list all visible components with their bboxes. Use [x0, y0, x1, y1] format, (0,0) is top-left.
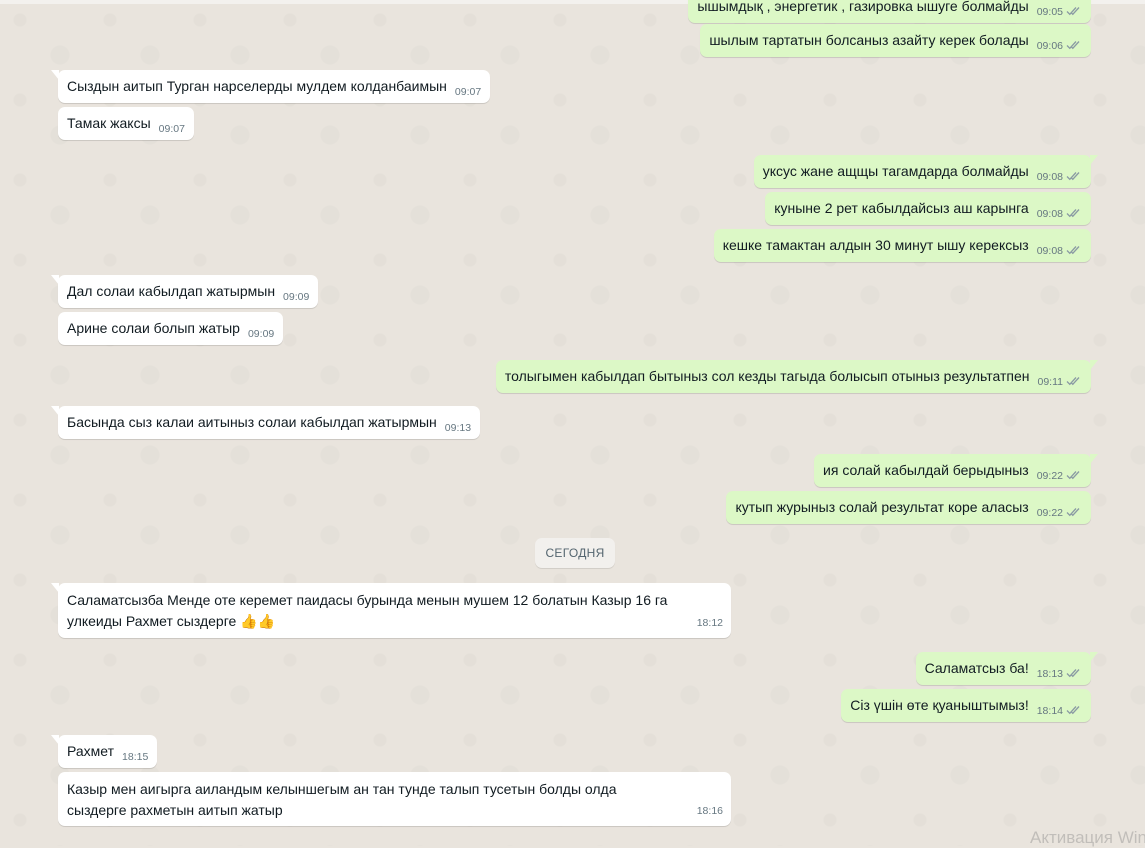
message-time: 09:07: [454, 86, 482, 98]
message-text: толыгымен кабылдап бытыныз сол кезды таг…: [504, 368, 1030, 384]
message-text: Дал солаи кабылдап жатырмын: [67, 283, 276, 299]
message-text: Саламатсыз ба!: [924, 660, 1029, 676]
message-time: 09:08: [1037, 205, 1082, 225]
date-separator: СЕГОДНЯ: [535, 538, 615, 568]
double-check-icon: [1066, 243, 1082, 262]
double-check-icon: [1066, 374, 1082, 393]
message-outgoing[interactable]: Сіз үшін өте қуаныштымыз! 18:14: [841, 689, 1091, 722]
message-time: 09:09: [247, 328, 275, 340]
message-incoming[interactable]: Казыр мен аигырга аиландым келыншегым ан…: [58, 772, 731, 826]
message-outgoing[interactable]: толыгымен кабылдап бытыныз сол кезды таг…: [495, 360, 1099, 393]
message-time: 18:15: [122, 751, 149, 763]
message-text: Басында сыз калаи аитыныз солаи кабылдап…: [67, 414, 437, 430]
message-incoming[interactable]: Басында сыз калаи аитыныз солаи кабылдап…: [50, 406, 481, 439]
message-time: 09:08: [1037, 242, 1082, 262]
thumbs-up-emoji: 👍👍: [240, 614, 276, 630]
message-time: 09:11: [1038, 373, 1083, 393]
message-text: Тамак жаксы: [67, 115, 151, 131]
message-outgoing[interactable]: кутып журыныз солай результат коре аласы…: [726, 491, 1091, 524]
message-time: 18:12: [696, 617, 723, 629]
message-incoming[interactable]: Дал солаи кабылдап жатырмын 09:09: [50, 275, 319, 308]
message-incoming[interactable]: Тамак жаксы 09:07: [58, 107, 194, 140]
double-check-icon: [1066, 703, 1082, 722]
message-outgoing[interactable]: куныне 2 рет кабылдайсыз аш карынга 09:08: [765, 192, 1091, 225]
message-outgoing[interactable]: кешке тамактан алдын 30 минут ышу керекс…: [713, 229, 1091, 262]
message-text: шылым тартатын болсаныз азайту керек бол…: [709, 32, 1029, 48]
message-time: 18:14: [1037, 702, 1082, 722]
message-outgoing[interactable]: ышымдық , энергетик , газировка ышуге бо…: [688, 0, 1091, 23]
double-check-icon: [1066, 206, 1082, 225]
double-check-icon: [1066, 38, 1082, 57]
message-text: Рахмет: [67, 743, 115, 759]
message-time: 09:09: [283, 291, 310, 303]
message-text: Арине солаи болып жатыр: [67, 320, 240, 336]
message-text: Казыр мен аигырга аиландым келыншегым ан…: [67, 781, 617, 818]
message-text: уксус жане ащщы тагамдарда болмайды: [762, 163, 1029, 179]
double-check-icon: [1066, 468, 1082, 487]
message-time: 09:07: [158, 123, 185, 135]
message-incoming[interactable]: Рахмет 18:15: [50, 735, 158, 768]
message-time: 09:13: [444, 422, 472, 434]
message-outgoing[interactable]: Саламатсыз ба! 18:13: [915, 652, 1099, 685]
message-text: ия солай кабылдай берыдыныз: [823, 462, 1029, 478]
windows-activation-watermark: Активация Win: [1030, 828, 1145, 847]
message-text: Сыздын аитып Турган нарселерды мулдем ко…: [67, 78, 447, 94]
message-text: куныне 2 рет кабылдайсыз аш карынга: [774, 200, 1029, 216]
message-text: кутып журыныз солай результат коре аласы…: [735, 499, 1029, 515]
message-time: 09:08: [1037, 168, 1082, 188]
message-outgoing[interactable]: уксус жане ащщы тагамдарда болмайды 09:08: [753, 155, 1099, 188]
message-time: 09:05: [1037, 3, 1082, 23]
message-time: 09:06: [1037, 37, 1082, 57]
message-incoming[interactable]: Сыздын аитып Турган нарселерды мулдем ко…: [50, 70, 491, 103]
double-check-icon: [1066, 4, 1082, 23]
message-incoming[interactable]: Арине солаи болып жатыр 09:09: [58, 312, 284, 345]
message-time: 09:22: [1037, 467, 1082, 487]
double-check-icon: [1066, 666, 1082, 685]
message-outgoing[interactable]: ия солай кабылдай берыдыныз 09:22: [814, 454, 1098, 487]
message-text: Сіз үшін өте қуаныштымыз!: [850, 697, 1029, 713]
message-time: 18:16: [696, 805, 723, 817]
message-incoming[interactable]: Саламатсызба Менде оте керемет паидасы б…: [51, 583, 731, 638]
message-time: 18:13: [1037, 665, 1082, 685]
double-check-icon: [1066, 505, 1082, 524]
message-text: Саламатсызба Менде оте керемет паидасы б…: [67, 592, 668, 629]
message-time: 09:22: [1037, 504, 1082, 524]
message-text: ышымдық , энергетик , газировка ышуге бо…: [697, 0, 1029, 14]
message-outgoing[interactable]: шылым тартатын болсаныз азайту керек бол…: [700, 24, 1091, 57]
message-text: кешке тамактан алдын 30 минут ышу керекс…: [722, 237, 1029, 253]
double-check-icon: [1066, 169, 1082, 188]
